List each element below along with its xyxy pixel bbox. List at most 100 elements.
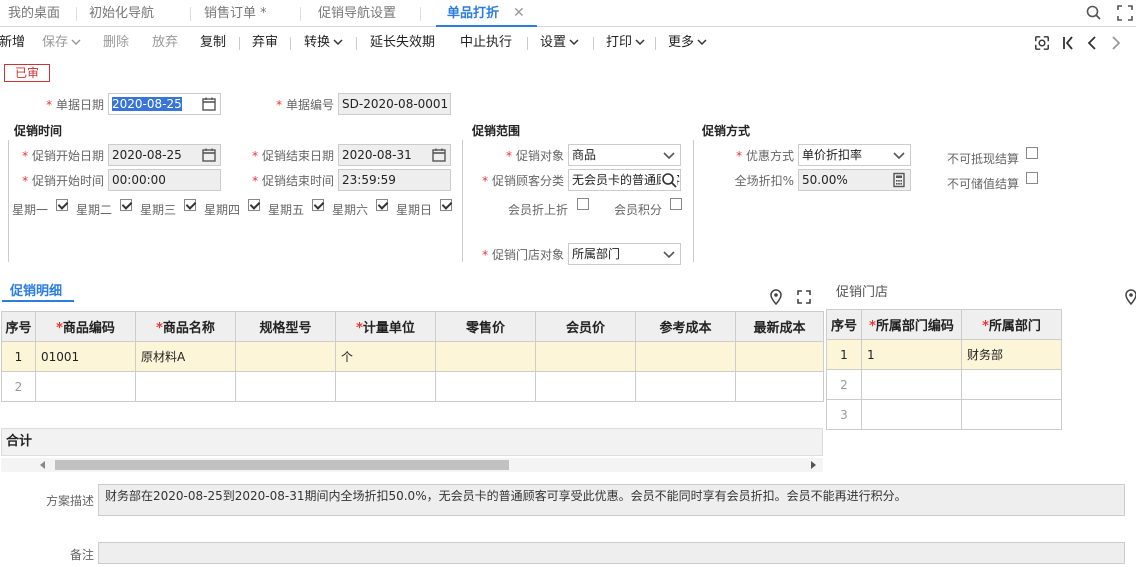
table-row[interactable]: 2 [826,369,1062,400]
weekday-sat-checkbox[interactable] [376,199,388,211]
cell-unit[interactable] [335,371,436,402]
cell-member[interactable] [535,341,636,372]
cell-dept-code[interactable] [861,399,962,430]
locate-icon[interactable] [1034,34,1050,52]
settings-button[interactable]: 设置 [540,29,579,57]
first-record-icon[interactable] [1060,34,1076,52]
tab-promo-nav-settings[interactable]: 促销导航设置 [318,0,396,27]
doc-no-field[interactable]: SD-2020-08-0001 [338,93,451,115]
end-date-field[interactable]: 2020-08-31 [338,144,451,166]
cell-name[interactable] [135,371,236,402]
cell-unit[interactable]: 个 [335,341,436,372]
delete-button[interactable]: 删除 [103,29,129,57]
cell-spec[interactable] [235,341,336,372]
table-row[interactable]: 1 01001 原材料A 个 [1,341,824,372]
member-points-checkbox[interactable] [670,198,682,210]
cell-dept-code[interactable] [861,369,962,400]
scrollbar-thumb[interactable] [55,460,509,470]
calculator-icon[interactable] [891,172,907,188]
location-pin-icon[interactable] [769,289,783,305]
cell-ref-cost[interactable] [635,371,736,402]
cell-spec[interactable] [235,371,336,402]
cell-ref-cost[interactable] [635,341,736,372]
col-header-seq[interactable]: 序号 [826,309,862,340]
doc-date-field[interactable]: 2020-08-25 [108,93,221,115]
cell-dept[interactable] [961,399,1062,430]
save-button[interactable]: 保存 [42,29,81,57]
fullscreen-icon[interactable] [1116,4,1134,22]
discount-type-select[interactable]: 单价折扣率 [798,144,911,166]
cell-retail[interactable] [435,371,536,402]
cell-dept-code[interactable]: 1 [861,339,962,370]
tab-divider [76,7,77,21]
calendar-icon[interactable] [201,147,217,163]
weekday-sun-checkbox[interactable] [440,199,452,211]
cell-latest-cost[interactable] [735,341,824,372]
no-cash-checkbox[interactable] [1026,147,1038,159]
cell-dept[interactable] [961,369,1062,400]
convert-button[interactable]: 转换 [304,29,343,57]
calendar-icon[interactable] [201,96,217,112]
cell-code[interactable] [35,371,136,402]
close-icon[interactable]: ✕ [513,0,525,27]
horizontal-scrollbar[interactable] [1,458,823,472]
table-row[interactable]: 3 [826,399,1062,430]
cell-member[interactable] [535,371,636,402]
col-header-spec[interactable]: 规格型号 [235,311,336,342]
extend-expiry-button[interactable]: 延长失效期 [370,29,435,57]
scroll-right-icon[interactable] [809,461,817,469]
table-row[interactable]: 1 1 财务部 [826,339,1062,370]
scroll-left-icon[interactable] [39,461,47,469]
calendar-icon[interactable] [431,147,447,163]
col-header-code[interactable]: *商品编码 [35,311,136,342]
tab-init-nav[interactable]: 初始化导航 [89,0,154,27]
member-discount-checkbox[interactable] [577,198,589,210]
col-header-seq[interactable]: 序号 [1,311,36,342]
weekday-fri-checkbox[interactable] [312,199,324,211]
plan-desc-field[interactable]: 财务部在2020-08-25到2020-08-31期间内全场折扣50.0%，无会… [98,484,1125,516]
copy-button[interactable]: 复制 [200,29,226,57]
tab-desktop[interactable]: 我的桌面 [8,0,60,27]
cell-name[interactable]: 原材料A [135,341,236,372]
location-pin-icon[interactable] [1124,289,1136,305]
prev-record-icon[interactable] [1084,34,1100,52]
col-header-dept-code[interactable]: *所属部门编码 [861,309,962,340]
start-date-field[interactable]: 2020-08-25 [108,144,221,166]
col-header-name[interactable]: *商品名称 [135,311,236,342]
more-button[interactable]: 更多 [668,29,707,57]
weekday-thu-checkbox[interactable] [248,199,260,211]
search-icon[interactable] [661,172,677,188]
abandon-button[interactable]: 放弃 [152,29,178,57]
rate-field[interactable]: 50.00% [798,169,911,191]
print-button[interactable]: 打印 [606,29,645,57]
start-time-field[interactable]: 00:00:00 [108,169,221,191]
tab-promo-detail[interactable]: 促销明细 [10,280,62,299]
search-icon[interactable] [1085,4,1103,22]
table-row[interactable]: 2 [1,371,824,402]
expand-icon[interactable] [797,290,811,304]
col-header-member[interactable]: 会员价 [535,311,636,342]
promo-target-select[interactable]: 商品 [568,144,681,166]
no-stored-checkbox[interactable] [1026,172,1038,184]
cell-dept[interactable]: 财务部 [961,339,1062,370]
cell-retail[interactable] [435,341,536,372]
unapprove-button[interactable]: 弃审 [252,29,278,57]
col-header-unit[interactable]: *计量单位 [335,311,436,342]
col-header-ref-cost[interactable]: 参考成本 [635,311,736,342]
next-record-icon[interactable] [1108,34,1124,52]
weekday-tue-checkbox[interactable] [120,199,132,211]
new-button[interactable]: 新增 [0,29,25,57]
weekday-mon-checkbox[interactable] [56,199,68,211]
remark-field[interactable] [98,542,1125,564]
end-time-field[interactable]: 23:59:59 [338,169,451,191]
col-header-latest-cost[interactable]: 最新成本 [735,311,824,342]
col-header-dept[interactable]: *所属部门 [961,309,1062,340]
tab-sales-order[interactable]: 销售订单 * [204,0,267,27]
store-target-select[interactable]: 所属部门 [568,243,681,265]
customer-class-field[interactable]: 无会员卡的普通顾客 [568,169,681,191]
stop-execution-button[interactable]: 中止执行 [460,29,512,57]
weekday-wed-checkbox[interactable] [184,199,196,211]
cell-code[interactable]: 01001 [35,341,136,372]
col-header-retail[interactable]: 零售价 [435,311,536,342]
cell-latest-cost[interactable] [735,371,824,402]
